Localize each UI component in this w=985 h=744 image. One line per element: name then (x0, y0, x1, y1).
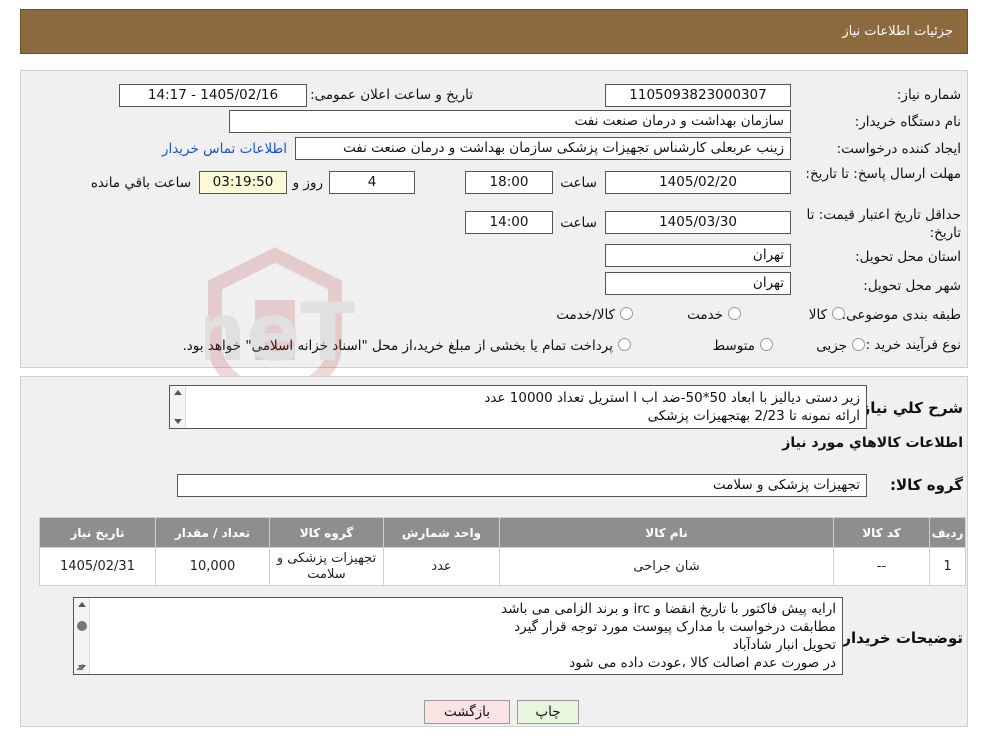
days-label: روز و (292, 175, 323, 191)
cell-need-date: 1405/02/31 (39, 547, 156, 586)
col-code: کد کالا (833, 517, 930, 548)
category-option-goods: کالا (808, 307, 827, 323)
validity-time-field: 14:00 (465, 211, 553, 234)
buyer-notes-scrollbar[interactable]: ◢ (74, 598, 90, 674)
announce-label: تاریخ و ساعت اعلان عمومی: (310, 87, 473, 103)
cell-name: شان جراحی (499, 547, 834, 586)
buyer-org-label: نام دستگاه خریدار: (854, 114, 961, 130)
buyer-notes-textarea[interactable]: ◢ ارایه پیش فاکتور با تاریخ انقضا و irc … (73, 597, 843, 675)
note-line-2: مطابقت درخواست با مدارک پیوست مورد توجه … (514, 619, 836, 635)
description-line-2: ارائه نمونه تا 2/23 بهتجهیزات پزشکی (647, 408, 860, 424)
category-radio-goods-service[interactable] (620, 307, 633, 320)
city-field: تهران (605, 272, 791, 295)
col-need-date: تاريخ نياز (39, 517, 156, 548)
cell-code: -- (833, 547, 930, 586)
buyer-contact-link[interactable]: اطلاعات تماس خریدار (162, 141, 287, 157)
scroll-down-icon[interactable] (174, 419, 182, 424)
process-option-minor: جزیی (816, 338, 847, 354)
category-option-goods-service: کالا/خدمت (556, 307, 615, 323)
scroll-thumb[interactable] (77, 621, 87, 631)
deadline-date-field: 1405/02/20 (605, 171, 791, 194)
category-label: طبقه بندی موضوعی: (841, 307, 961, 323)
goods-group-field: تجهیزات پزشکی و سلامت (177, 474, 867, 497)
table-row: 1 -- شان جراحی عدد تجهیزات پزشکی و سلامت… (39, 547, 966, 586)
description-textarea[interactable]: زیر دستی دیالیز با ابعاد 50*50-ضد اب ا ا… (169, 385, 867, 429)
back-button[interactable]: بازگشت (424, 700, 510, 724)
print-button[interactable]: چاپ (517, 700, 579, 724)
col-group: گروه کالا (269, 517, 384, 548)
category-radio-goods[interactable] (832, 307, 845, 320)
category-radio-service[interactable] (728, 307, 741, 320)
scroll-up-icon[interactable] (78, 602, 86, 607)
creator-field: زینب عربعلی کارشناس تجهیزات پزشکی سازمان… (295, 137, 791, 160)
scroll-up-icon[interactable] (174, 390, 182, 395)
cell-row: 1 (929, 547, 966, 586)
days-remaining-field: 4 (329, 171, 415, 194)
col-quantity: تعداد / مقدار (155, 517, 270, 548)
category-option-service: خدمت (687, 307, 723, 323)
buyer-notes-label: توضيحات خريدار: (836, 629, 963, 647)
goods-panel: شرح کلي نياز: زیر دستی دیالیز با ابعاد 5… (20, 376, 968, 727)
cell-unit: عدد (383, 547, 500, 586)
process-radio-medium[interactable] (760, 338, 773, 351)
city-label: شهر محل تحویل: (863, 278, 961, 294)
process-radio-minor[interactable] (852, 338, 865, 351)
page-title: جزئیات اطلاعات نیاز (842, 24, 953, 39)
min-validity-label: حداقل تاريخ اعتبار قيمت: تا تاريخ: (806, 207, 961, 241)
process-option-medium: متوسط (712, 338, 755, 354)
need-number-field: 1105093823000307 (605, 84, 791, 107)
note-line-3: تحویل انبار شادآباد (732, 637, 836, 653)
deadline-time-label: ساعت (560, 175, 597, 191)
province-field: تهران (605, 244, 791, 267)
col-row: رديف (929, 517, 966, 548)
col-name: نام کالا (499, 517, 834, 548)
note-line-4: در صورت عدم اصالت کالا ،عودت داده می شود (569, 655, 836, 671)
buyer-org-field: سازمان بهداشت و درمان صنعت نفت (229, 110, 791, 133)
remaining-time-label: ساعت باقي مانده (90, 175, 191, 191)
deadline-label: مهلت ارسال پاسخ: تا تاریخ: (805, 166, 961, 182)
announce-field: 1405/02/16 - 14:17 (119, 84, 307, 107)
description-line-1: زیر دستی دیالیز با ابعاد 50*50-ضد اب ا ا… (484, 390, 860, 406)
process-label: نوع فرآیند خرید : (865, 337, 961, 353)
col-unit: واحد شمارش (383, 517, 500, 548)
validity-time-label: ساعت (560, 215, 597, 231)
note-line-1: ارایه پیش فاکتور با تاریخ انقضا و irc و … (501, 601, 836, 617)
process-note: پرداخت تمام یا بخشی از مبلغ خرید،از محل … (182, 338, 613, 354)
description-label: شرح کلي نياز: (855, 399, 963, 417)
goods-table-header: رديف کد کالا نام کالا واحد شمارش گروه کا… (39, 517, 966, 548)
goods-group-label: گروه کالا: (890, 476, 963, 494)
cell-quantity: 10,000 (155, 547, 270, 586)
goods-table: رديف کد کالا نام کالا واحد شمارش گروه کا… (39, 517, 966, 586)
process-radio-treasury[interactable] (618, 338, 631, 351)
resize-grip-icon[interactable]: ◢ (76, 663, 83, 672)
need-details-panel: شماره نیاز: 1105093823000307 تاریخ و ساع… (20, 70, 968, 368)
province-label: استان محل تحویل: (855, 249, 961, 265)
cell-group: تجهیزات پزشکی و سلامت (269, 547, 384, 586)
goods-info-title: اطلاعات کالاهاي مورد نياز (782, 435, 963, 451)
remaining-time-field: 03:19:50 (199, 171, 287, 194)
page-title-bar: جزئیات اطلاعات نیاز (20, 9, 968, 54)
description-scrollbar[interactable] (170, 386, 186, 428)
creator-label: ایجاد کننده درخواست: (836, 141, 961, 157)
deadline-time-field: 18:00 (465, 171, 553, 194)
need-number-label: شماره نیاز: (896, 87, 961, 103)
validity-date-field: 1405/03/30 (605, 211, 791, 234)
